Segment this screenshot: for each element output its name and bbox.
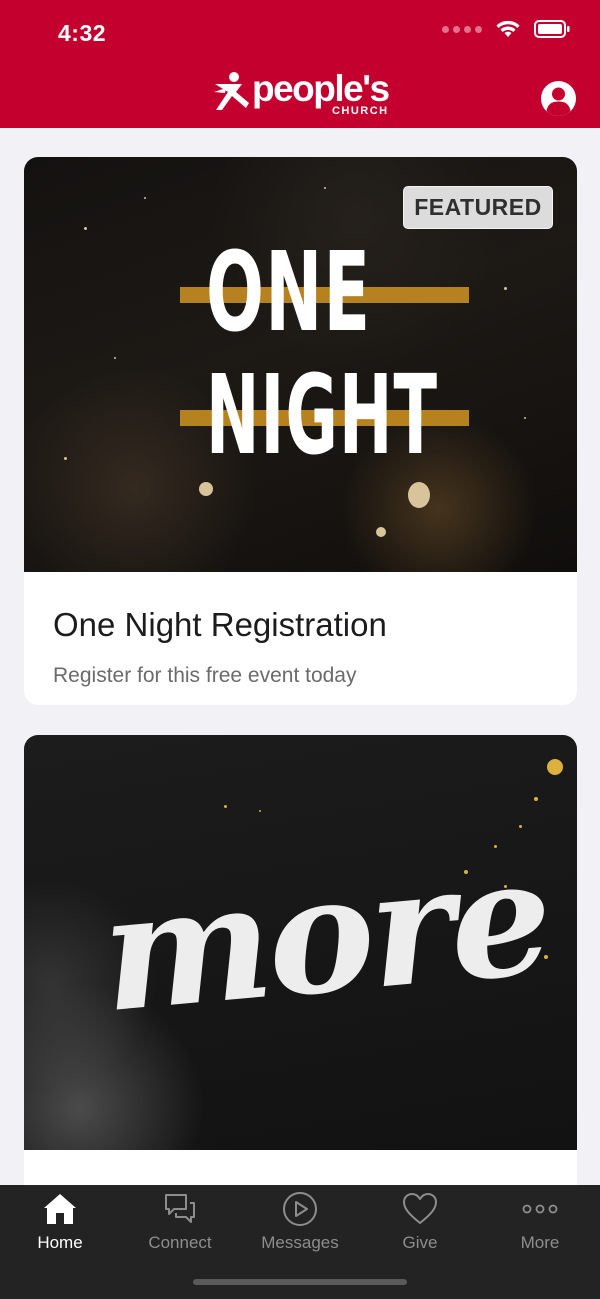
- card-title: One Night Registration: [53, 606, 387, 643]
- tab-label: More: [520, 1233, 560, 1252]
- tab-home[interactable]: Home: [0, 1185, 120, 1265]
- app-header: 4:32 people's CHURCH: [0, 0, 600, 128]
- status-indicators: [442, 20, 570, 38]
- tab-label: Home: [37, 1233, 83, 1252]
- series-artwork: more: [24, 735, 577, 1150]
- featured-badge: FEATURED: [403, 186, 553, 229]
- status-time: 4:32: [58, 20, 107, 46]
- profile-button[interactable]: [541, 81, 576, 116]
- card-subtitle: Register for this free event today: [53, 664, 357, 687]
- event-artwork: ONE NIGHT FEATURED: [24, 157, 577, 572]
- artwork-title-line-1: ONE: [206, 228, 372, 356]
- tab-label: Connect: [148, 1233, 212, 1252]
- tab-messages[interactable]: Messages: [240, 1185, 360, 1265]
- signal-icon: [442, 25, 482, 33]
- home-icon: [44, 1194, 76, 1224]
- artwork-script-title: more: [94, 821, 556, 1049]
- home-indicator[interactable]: [193, 1279, 407, 1285]
- chat-icon: [165, 1194, 195, 1223]
- peoples-church-logo[interactable]: people's CHURCH: [212, 68, 390, 120]
- tab-more[interactable]: More: [480, 1185, 600, 1265]
- tab-give[interactable]: Give: [360, 1185, 480, 1265]
- card-body: One Night Registration Register for this…: [24, 572, 577, 705]
- ellipsis-icon: [522, 1204, 558, 1214]
- play-icon: [283, 1192, 317, 1226]
- logo-mark-icon: [214, 72, 249, 110]
- logo-wordmark: people's: [252, 68, 390, 109]
- artwork-title-line-2: NIGHT: [206, 351, 439, 479]
- featured-event-card[interactable]: ONE NIGHT FEATURED One Night Registratio…: [24, 157, 577, 705]
- content-feed: ONE NIGHT FEATURED One Night Registratio…: [24, 157, 577, 1299]
- heart-icon: [403, 1193, 437, 1224]
- logo-subtitle: CHURCH: [331, 105, 389, 117]
- person-icon: [546, 87, 571, 116]
- tab-label: Messages: [261, 1233, 339, 1252]
- tab-label: Give: [402, 1233, 438, 1252]
- battery-icon: [534, 20, 570, 38]
- wifi-icon: [496, 20, 520, 38]
- tab-connect[interactable]: Connect: [120, 1185, 240, 1265]
